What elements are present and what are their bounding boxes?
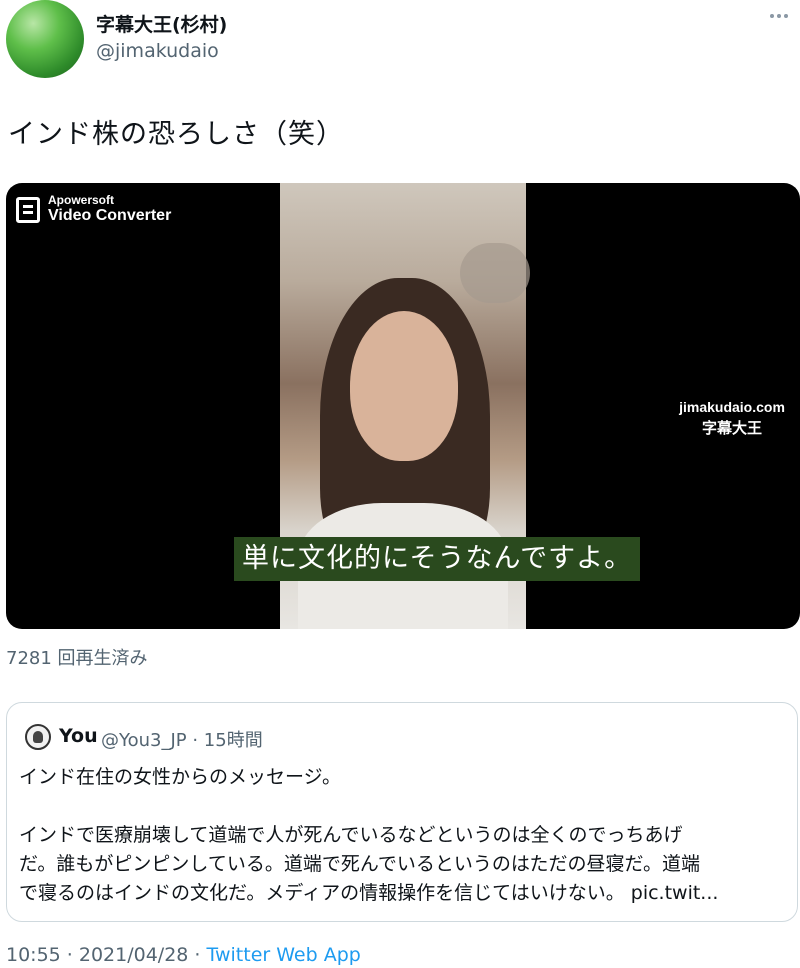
quoted-line-gap bbox=[19, 792, 787, 821]
quoted-line: インド在住の女性からのメッセージ。 bbox=[19, 766, 342, 788]
video-subtitle: 単に文化的にそうなんですよ。 bbox=[234, 537, 641, 581]
car-seat-shape bbox=[460, 243, 530, 303]
author-avatar[interactable] bbox=[6, 0, 84, 78]
quoted-line: インドで医療崩壊して道端で人が死んでいるなどというのは全くのでっちあげ bbox=[19, 824, 683, 846]
source-link[interactable]: Twitter Web App bbox=[207, 944, 361, 966]
film-icon bbox=[16, 197, 40, 223]
tweet-timestamp: 10:55 · 2021/04/28 · Twitter Web App bbox=[6, 944, 361, 966]
watermark-line2: 字幕大王 bbox=[701, 420, 762, 437]
quoted-line: だ。誰もがピンピンしている。道端で死んでいるというのはただの昼寝だ。道端 bbox=[19, 853, 700, 875]
quoted-author-name: You bbox=[59, 725, 98, 747]
video-player[interactable]: Apowersoft Video Converter jimakudaio.co… bbox=[6, 183, 800, 629]
quoted-author-avatar bbox=[25, 724, 51, 750]
tweet-text: インド株の恐ろしさ（笑） bbox=[8, 119, 344, 150]
quoted-line: で寝るのはインドの文化だ。メディアの情報操作を信じてはいけない。 pic.twi… bbox=[19, 882, 719, 904]
logo-line2: Video Converter bbox=[48, 207, 172, 224]
author-handle[interactable]: @jimakudaio bbox=[96, 40, 219, 62]
more-options-icon[interactable] bbox=[764, 4, 794, 28]
watermark-line1: jimakudaio.com bbox=[679, 399, 785, 415]
author-display-name[interactable]: 字幕大王(杉村) bbox=[96, 10, 227, 37]
quoted-tweet-body: インド在住の女性からのメッセージ。 インドで医療崩壊して道端で人が死んでいるなど… bbox=[19, 763, 787, 908]
quoted-tweet-card[interactable]: You @You3_JP · 15時間 インド在住の女性からのメッセージ。 イン… bbox=[6, 702, 798, 922]
view-count: 7281 回再生済み bbox=[6, 648, 148, 669]
logo-line1: Apowersoft bbox=[48, 193, 114, 207]
converter-logo: Apowersoft Video Converter bbox=[16, 193, 171, 225]
video-watermark: jimakudaio.com 字幕大王 bbox=[662, 399, 800, 438]
person-face-shape bbox=[350, 311, 458, 461]
quoted-author-handle-time: @You3_JP · 15時間 bbox=[101, 730, 263, 751]
tweet-header: 字幕大王(杉村) @jimakudaio bbox=[0, 0, 800, 90]
time-date: 10:55 · 2021/04/28 · bbox=[6, 944, 207, 966]
